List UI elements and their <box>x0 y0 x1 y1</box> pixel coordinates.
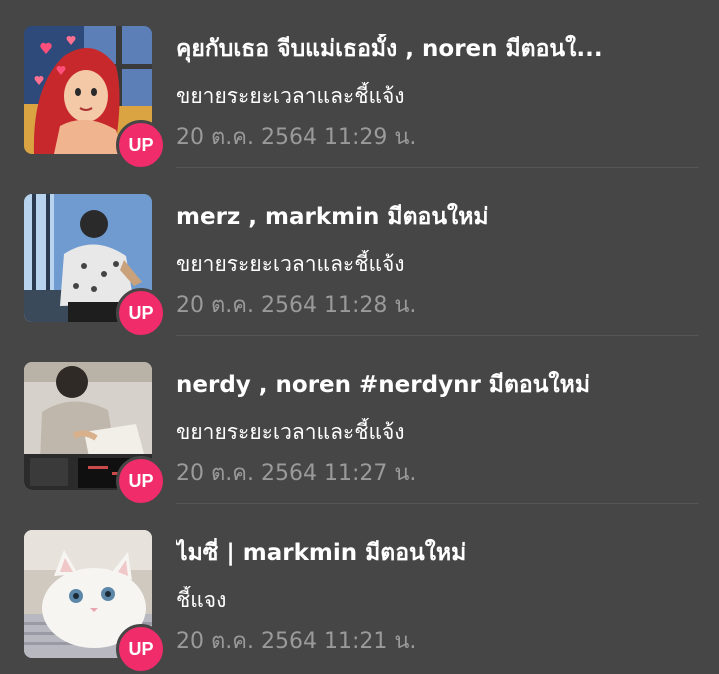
notification-title: คุยกับเธอ จีบแม่เธอมั้ง , noren มีตอนใ..… <box>176 36 603 62</box>
notification-timestamp: 20 ต.ค. 2564 11:27 น. <box>176 461 417 486</box>
update-badge[interactable]: UP <box>116 456 166 506</box>
notification-item[interactable]: UP ไมซี่ | markmin มีตอนใหม่ ชี้แจง 20 ต… <box>0 504 719 674</box>
notification-list: UP คุยกับเธอ จีบแม่เธอมั้ง , noren มีตอน… <box>0 0 719 674</box>
notification-title: ไมซี่ | markmin มีตอนใหม่ <box>176 540 467 566</box>
update-badge[interactable]: UP <box>116 624 166 674</box>
update-badge[interactable]: UP <box>116 120 166 170</box>
notification-subtitle: ขยายระยะเวลาและชี้แจ้ง <box>176 252 405 276</box>
notification-title: nerdy , noren #nerdynr มีตอนใหม่ <box>176 372 590 398</box>
notification-timestamp: 20 ต.ค. 2564 11:21 น. <box>176 629 417 654</box>
notification-subtitle: ขยายระยะเวลาและชี้แจ้ง <box>176 420 405 444</box>
notification-item[interactable]: UP merz , markmin มีตอนใหม่ ขยายระยะเวลา… <box>0 168 719 338</box>
notification-title: merz , markmin มีตอนใหม่ <box>176 204 489 230</box>
update-badge[interactable]: UP <box>116 288 166 338</box>
notification-timestamp: 20 ต.ค. 2564 11:29 น. <box>176 125 417 150</box>
notification-timestamp: 20 ต.ค. 2564 11:28 น. <box>176 293 417 318</box>
notification-subtitle: ขยายระยะเวลาและชี้แจ้ง <box>176 84 405 108</box>
notification-item[interactable]: UP nerdy , noren #nerdynr มีตอนใหม่ ขยาย… <box>0 336 719 506</box>
notification-subtitle: ชี้แจง <box>176 588 227 612</box>
notification-item[interactable]: UP คุยกับเธอ จีบแม่เธอมั้ง , noren มีตอน… <box>0 0 719 170</box>
